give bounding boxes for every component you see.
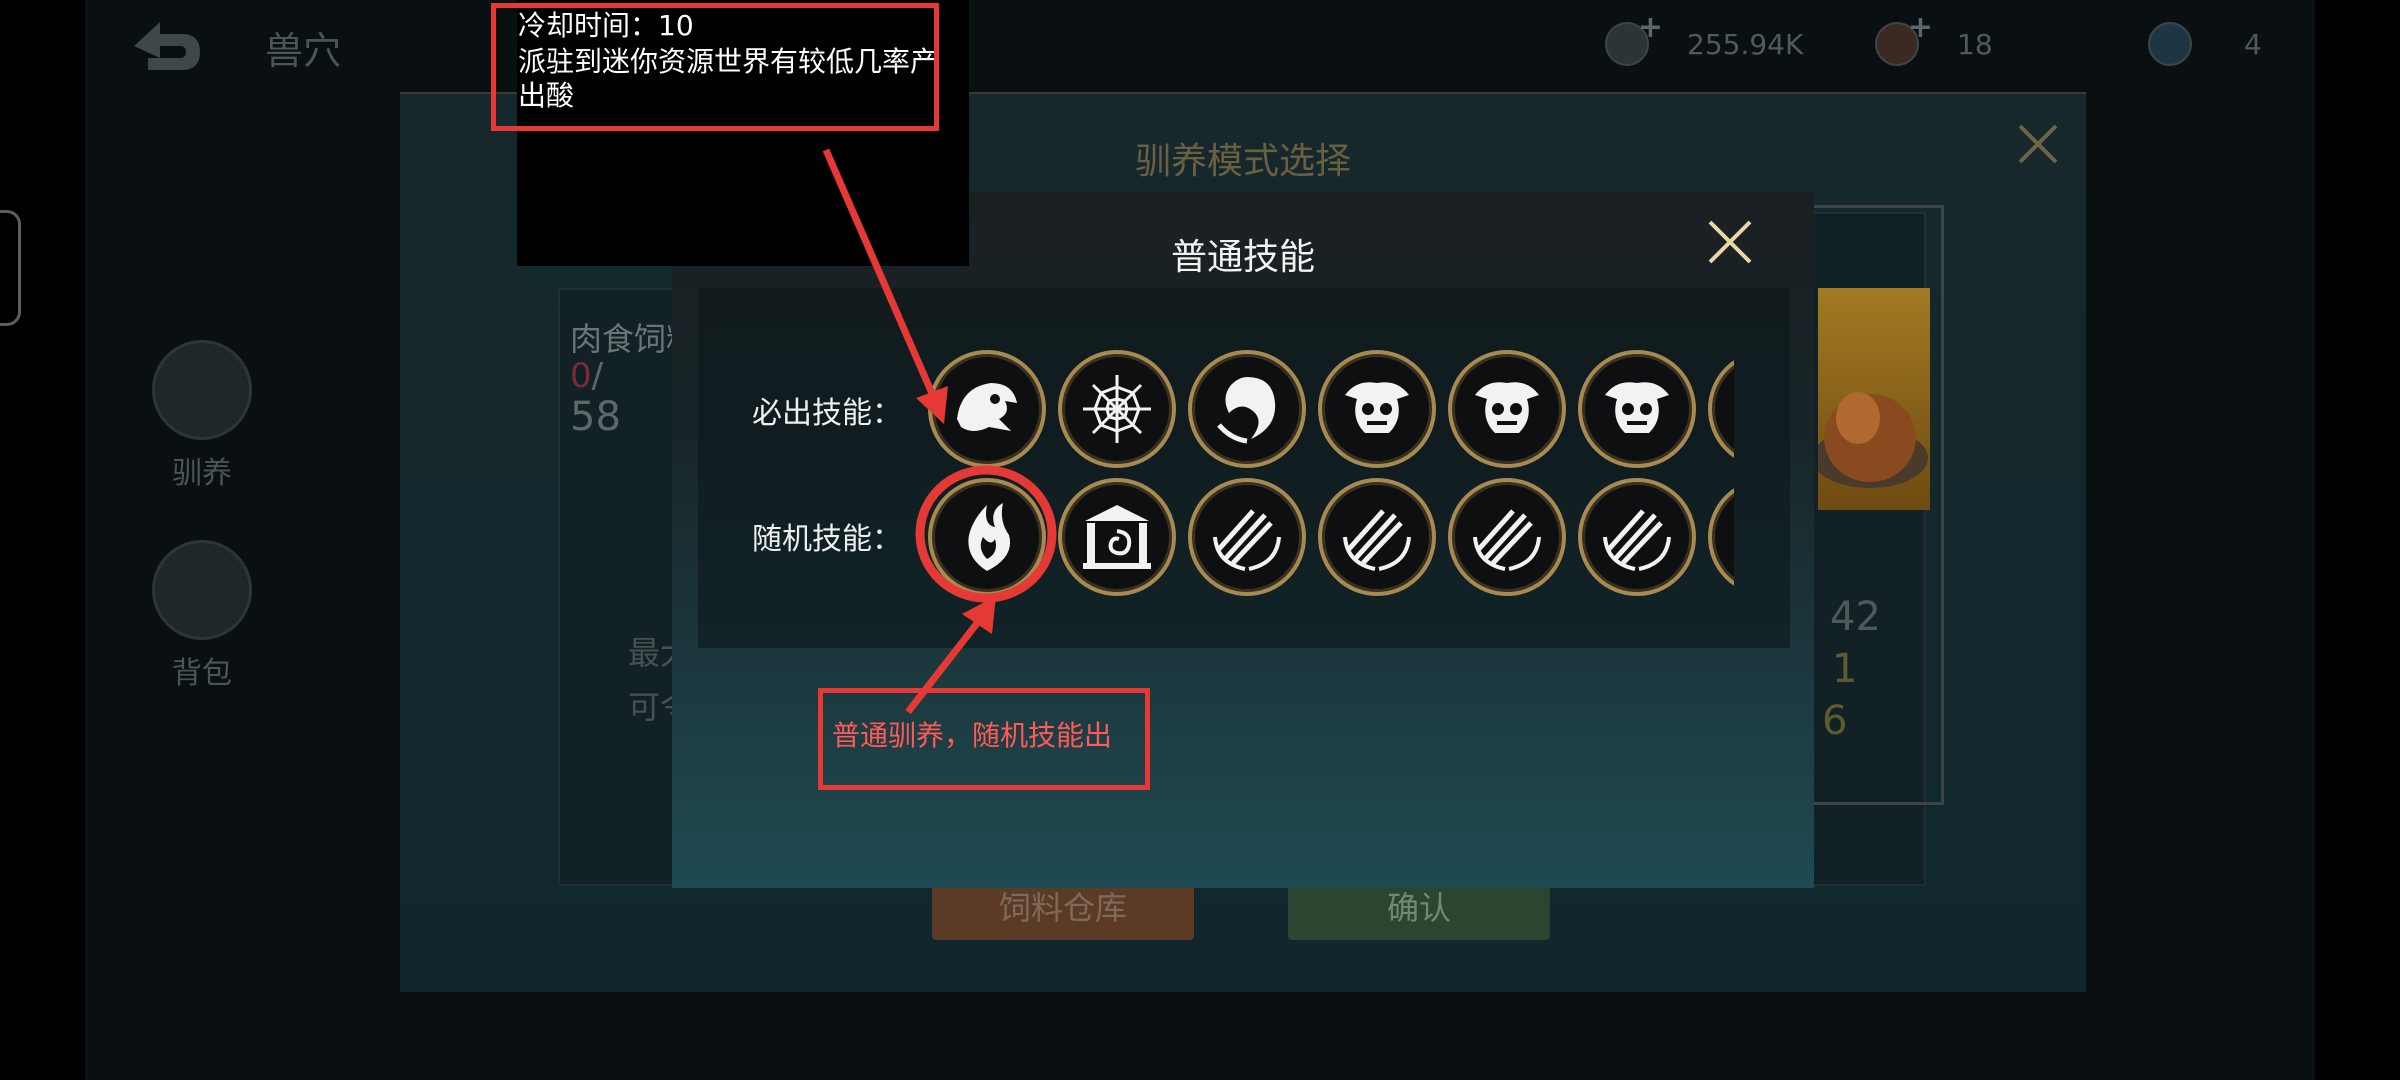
bull-skull-icon[interactable]	[1318, 350, 1436, 468]
feed-current: 0	[570, 356, 592, 396]
spirit-flame-icon[interactable]	[928, 478, 1046, 596]
close-icon[interactable]	[2008, 114, 2068, 174]
resource-gem-value: 18	[1957, 27, 1993, 61]
temple-vortex-icon[interactable]	[1058, 478, 1176, 596]
feed-count: 0/	[570, 356, 603, 396]
skill-grid	[922, 340, 1734, 604]
resource-gold[interactable]: + 255.94K	[1605, 10, 1804, 66]
annotation-label: 普通驯养，随机技能出	[832, 719, 1113, 752]
wind-slash-icon[interactable]	[1578, 478, 1696, 596]
page-title: 兽穴	[265, 29, 342, 73]
feed-sep: /	[591, 356, 604, 396]
token-icon	[2148, 22, 2192, 66]
wind-slash-icon[interactable]	[1318, 478, 1436, 596]
roast-food-image	[1812, 288, 1930, 510]
side-tab-train-label: 驯养	[172, 456, 232, 491]
partial-skill-icon[interactable]	[1708, 350, 1734, 468]
guaranteed-skills-label: 必出技能：	[752, 396, 902, 431]
beast-head-icon	[152, 340, 252, 440]
resource-gem[interactable]: + 18	[1875, 10, 1993, 66]
random-skills-label: 随机技能：	[752, 522, 902, 557]
dragon-head-icon[interactable]	[928, 350, 1046, 468]
close-icon[interactable]	[1702, 214, 1758, 270]
resource-gold-value: 255.94K	[1687, 27, 1804, 61]
spider-web-icon[interactable]	[1058, 350, 1176, 468]
bag-icon	[152, 540, 252, 640]
tooltip-highlight-box	[491, 3, 939, 131]
side-tab-train[interactable]: 驯养	[152, 340, 252, 492]
wind-slash-icon[interactable]	[1188, 478, 1306, 596]
wave-serpent-icon[interactable]	[1188, 350, 1306, 468]
resource-token-value: 4	[2244, 27, 2262, 61]
wind-slash-icon[interactable]	[1448, 478, 1566, 596]
bull-skull-icon[interactable]	[1578, 350, 1696, 468]
feed-max: 58	[570, 394, 621, 440]
gold-coin-icon: +	[1605, 10, 1663, 66]
resource-token: 4	[2148, 22, 2262, 66]
bull-skull-icon[interactable]	[1448, 350, 1566, 468]
back-arrow-icon[interactable]	[130, 18, 202, 74]
side-tab-bag-label: 背包	[172, 656, 232, 691]
side-tab-bag[interactable]: 背包	[152, 540, 252, 692]
gem-icon: +	[1875, 10, 1933, 66]
left-edge-handle[interactable]	[0, 210, 21, 326]
partial-skill-icon[interactable]	[1708, 478, 1734, 596]
